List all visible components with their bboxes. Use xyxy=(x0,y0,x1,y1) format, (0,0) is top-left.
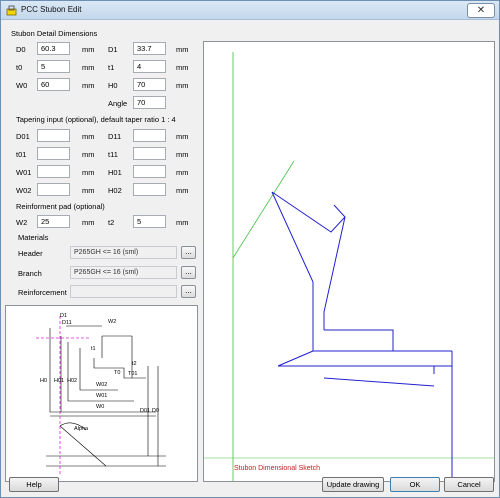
header-material-field: P265GH <= 16 (sml) xyxy=(70,246,177,259)
t2-field[interactable]: 5 xyxy=(133,215,166,228)
d11-unit: mm xyxy=(176,132,189,141)
t11-field[interactable] xyxy=(133,147,166,160)
sketch-d0-label: D0 xyxy=(152,408,159,414)
d0-unit: mm xyxy=(82,45,95,54)
t0-unit: mm xyxy=(82,63,95,72)
dialog-window: PCC Stubon Edit ✕ Stubon Detail Dimensio… xyxy=(0,0,500,498)
w2-field[interactable]: 25 xyxy=(37,215,70,228)
d11-label: D11 xyxy=(108,132,122,141)
h01-unit: mm xyxy=(176,168,189,177)
t01-field[interactable] xyxy=(37,147,70,160)
w2-label: W2 xyxy=(16,218,28,227)
w0-label: W0 xyxy=(16,81,28,90)
update-drawing-button[interactable]: Update drawing xyxy=(322,477,384,492)
h0-label: H0 xyxy=(108,81,118,90)
sketch-w01-label: W01 xyxy=(96,393,107,399)
w01-label: W01 xyxy=(16,168,32,177)
w2-unit: mm xyxy=(82,218,95,227)
branch-material-browse-button[interactable]: ... xyxy=(181,266,196,279)
d0-label: D0 xyxy=(16,45,26,54)
reference-sketch: D1 D11 W2 t1 t2 T0 T01 H0 H01 H02 W02 W0… xyxy=(5,305,198,482)
angle-label: Angle xyxy=(108,99,128,108)
t11-unit: mm xyxy=(176,150,189,159)
d01-field[interactable] xyxy=(37,129,70,142)
w02-label: W02 xyxy=(16,186,32,195)
h01-field[interactable] xyxy=(133,165,166,178)
cancel-button[interactable]: Cancel xyxy=(444,477,494,492)
stubon-drawing: Stubon Dimensional Sketch xyxy=(204,52,494,481)
h01-label: H01 xyxy=(108,168,122,177)
materials-heading: Materials xyxy=(18,233,49,242)
angle-field[interactable]: 70 xyxy=(133,96,166,109)
taper-heading: Tapering input (optional), default taper… xyxy=(16,115,176,124)
sketch-d01-label: D01 xyxy=(140,408,150,414)
sketch-t0-label: T0 xyxy=(114,370,120,376)
reinforcement-material-browse-button[interactable]: ... xyxy=(181,285,196,298)
dialog-client: Stubon Detail Dimensions D0 60.3 mm D1 3… xyxy=(4,23,497,495)
drawing-canvas[interactable]: Stubon Dimensional Sketch xyxy=(203,41,495,482)
window-title: PCC Stubon Edit xyxy=(21,5,82,14)
t11-label: t11 xyxy=(108,150,118,159)
d11-field[interactable] xyxy=(133,129,166,142)
sketch-d11-label: D11 xyxy=(62,320,72,326)
header-material-label: Header xyxy=(18,249,43,258)
header-material-browse-button[interactable]: ... xyxy=(181,246,196,259)
w01-field[interactable] xyxy=(37,165,70,178)
w01-unit: mm xyxy=(82,168,95,177)
d01-unit: mm xyxy=(82,132,95,141)
sketch-h0-label: H0 xyxy=(40,378,47,384)
d01-label: D01 xyxy=(16,132,30,141)
h02-unit: mm xyxy=(176,186,189,195)
sketch-w2-label: W2 xyxy=(108,319,116,325)
sketch-t01-label: T01 xyxy=(128,371,137,377)
app-icon xyxy=(6,5,17,16)
detail-heading: Stubon Detail Dimensions xyxy=(11,29,98,38)
t2-label: t2 xyxy=(108,218,115,227)
h0-unit: mm xyxy=(176,81,189,90)
d1-label: D1 xyxy=(108,45,118,54)
t1-label: t1 xyxy=(108,63,115,72)
h02-label: H02 xyxy=(108,186,122,195)
t0-field[interactable]: 5 xyxy=(37,60,70,73)
t01-unit: mm xyxy=(82,150,95,159)
w02-unit: mm xyxy=(82,186,95,195)
h02-field[interactable] xyxy=(133,183,166,196)
t01-label: t01 xyxy=(16,150,27,159)
ok-button[interactable]: OK xyxy=(390,477,440,492)
t2-unit: mm xyxy=(176,218,189,227)
help-button[interactable]: Help xyxy=(9,477,59,492)
t1-unit: mm xyxy=(176,63,189,72)
d1-unit: mm xyxy=(176,45,189,54)
d1-field[interactable]: 33.7 xyxy=(133,42,166,55)
sketch-t2-label: t2 xyxy=(132,361,137,367)
close-icon[interactable]: ✕ xyxy=(467,3,495,18)
branch-material-label: Branch xyxy=(18,269,42,278)
branch-material-field: P265GH <= 16 (sml) xyxy=(70,266,177,279)
sketch-h01-label: H01 xyxy=(54,378,64,384)
sketch-w02-label: W02 xyxy=(96,382,107,388)
reference-sketch-drawing: D1 D11 W2 t1 t2 T0 T01 H0 H01 H02 W02 W0… xyxy=(36,313,166,476)
h0-field[interactable]: 70 xyxy=(133,78,166,91)
t0-label: t0 xyxy=(16,63,23,72)
w0-unit: mm xyxy=(82,81,95,90)
w02-field[interactable] xyxy=(37,183,70,196)
reinforcement-material-field xyxy=(70,285,177,298)
t1-field[interactable]: 4 xyxy=(133,60,166,73)
sketch-w0-label: W0 xyxy=(96,404,104,410)
reinforcement-material-label: Reinforcement xyxy=(18,288,67,297)
sketch-d1-label: D1 xyxy=(60,313,67,319)
d0-field[interactable]: 60.3 xyxy=(37,42,70,55)
sketch-h02-label: H02 xyxy=(67,378,77,384)
sketch-t1-label: t1 xyxy=(91,346,96,352)
sketch-alpha-label: Alpha xyxy=(74,426,89,432)
w0-field[interactable]: 60 xyxy=(37,78,70,91)
title-bar: PCC Stubon Edit ✕ xyxy=(1,1,499,20)
canvas-caption: Stubon Dimensional Sketch xyxy=(234,465,320,472)
pad-heading: Reinforment pad (optional) xyxy=(16,202,105,211)
